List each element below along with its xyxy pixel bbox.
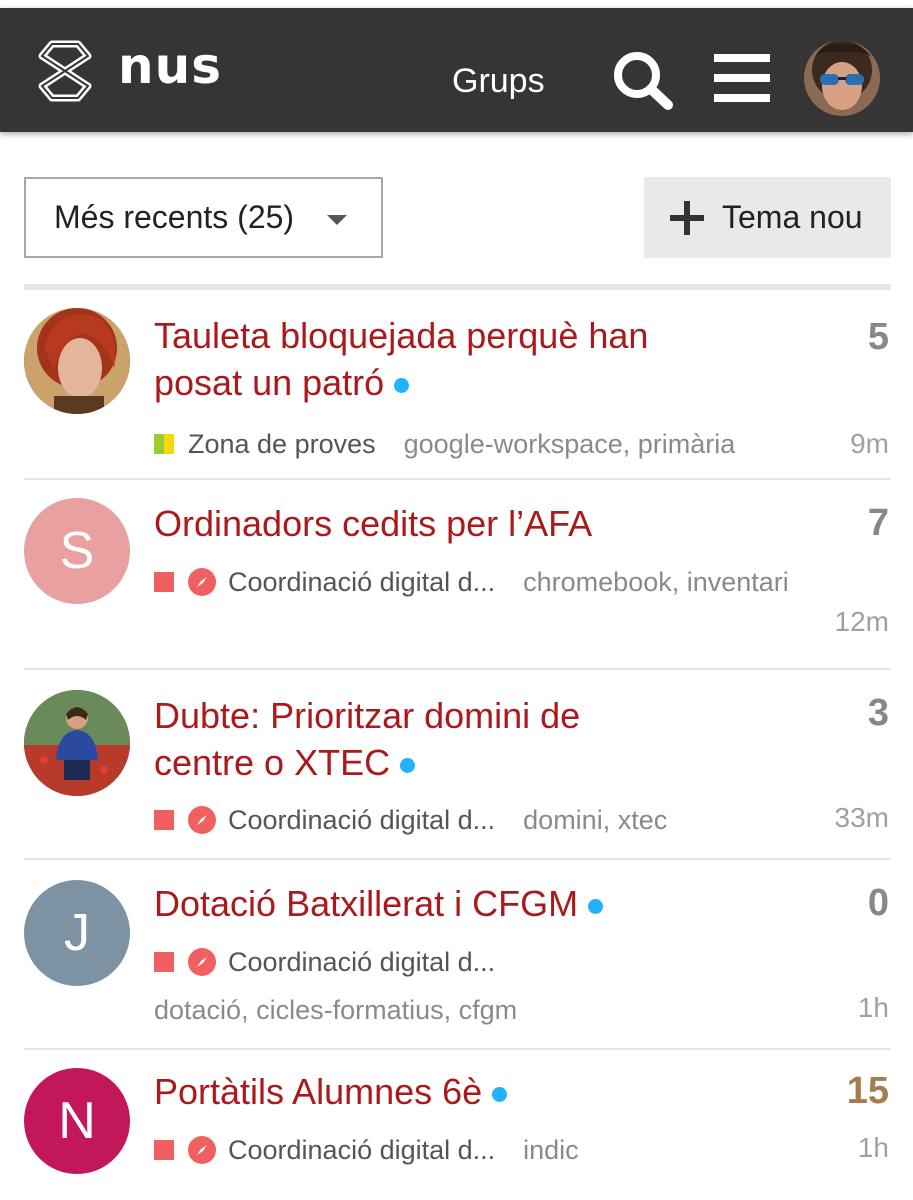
category-badge <box>154 810 174 830</box>
topic-avatar[interactable]: N <box>24 1068 130 1174</box>
topic-title[interactable]: Portàtils Alumnes 6è <box>154 1068 754 1115</box>
avatar-letter: S <box>59 522 95 580</box>
topic-list: Tauleta bloquejada perquè han posat un p… <box>24 284 891 1192</box>
topic-row[interactable]: N Portàtils Alumnes 6è 15 Coordinació di… <box>24 1050 891 1192</box>
topic-avatar[interactable] <box>24 690 130 796</box>
category-name[interactable]: Zona de proves <box>188 429 376 460</box>
unread-indicator <box>492 1086 508 1102</box>
brand-name[interactable]: nus <box>118 36 222 96</box>
topic-title-line1: Tauleta bloquejada perquè han <box>154 315 649 356</box>
topic-title[interactable]: Tauleta bloquejada perquè han posat un p… <box>154 312 754 406</box>
compass-icon <box>188 806 216 834</box>
category-badge <box>154 1140 174 1160</box>
unread-indicator <box>588 898 604 914</box>
new-topic-button[interactable]: Tema nou <box>644 177 891 258</box>
category-badge <box>154 572 174 592</box>
avatar-letter: N <box>58 1092 96 1150</box>
activity-age[interactable]: 33m <box>835 802 889 834</box>
topic-row[interactable]: Tauleta bloquejada perquè han posat un p… <box>24 290 891 480</box>
reply-count[interactable]: 7 <box>868 502 889 545</box>
groups-link[interactable]: Grups <box>452 58 545 104</box>
caret-down-icon <box>327 215 347 225</box>
site-header: nus Grups <box>0 8 913 132</box>
hamburger-icon[interactable] <box>714 52 770 104</box>
activity-age[interactable]: 1h <box>858 992 889 1024</box>
topic-meta: Coordinació digital d... chromebook, inv… <box>154 562 891 602</box>
filter-label: Més recents (25) <box>54 199 295 235</box>
topic-tags[interactable]: chromebook, inventari <box>523 567 789 598</box>
topic-tags[interactable]: dotació, cicles-formatius, cfgm <box>154 995 517 1026</box>
compass-icon <box>188 568 216 596</box>
topic-meta: Coordinació digital d... domini, xtec <box>154 800 891 840</box>
topic-title-line1: Dotació Batxillerat i CFGM <box>154 883 579 924</box>
new-topic-label: Tema nou <box>722 199 863 235</box>
unread-indicator <box>394 377 410 393</box>
category-name[interactable]: Coordinació digital d... <box>228 1135 495 1166</box>
reply-count[interactable]: 5 <box>868 316 889 359</box>
plus-icon <box>670 200 704 235</box>
topic-meta: Coordinació digital d... <box>154 942 891 982</box>
topic-row[interactable]: J Dotació Batxillerat i CFGM 0 Coordinac… <box>24 860 891 1050</box>
topic-avatar[interactable] <box>24 308 130 414</box>
topic-controls: Més recents (25) Tema nou <box>24 177 891 258</box>
filter-dropdown[interactable]: Més recents (25) <box>24 177 383 258</box>
topic-tags[interactable]: indic <box>523 1135 579 1166</box>
activity-age[interactable]: 1h <box>858 1132 889 1164</box>
reply-count[interactable]: 15 <box>847 1070 889 1113</box>
topic-title-line1: Ordinadors cedits per l’AFA <box>154 503 593 544</box>
search-icon[interactable] <box>610 48 676 112</box>
activity-age[interactable]: 9m <box>850 428 889 460</box>
compass-icon <box>188 948 216 976</box>
topic-title-line1: Dubte: Prioritzar domini de <box>154 695 581 736</box>
topic-meta: Coordinació digital d... indic <box>154 1130 891 1170</box>
activity-age[interactable]: 12m <box>835 606 889 638</box>
topic-title[interactable]: Dubte: Prioritzar domini de centre o XTE… <box>154 692 754 786</box>
category-badge <box>154 952 174 972</box>
compass-icon <box>188 1136 216 1164</box>
topic-meta: Zona de proves google-workspace, primàri… <box>154 424 891 464</box>
reply-count[interactable]: 3 <box>868 692 889 735</box>
topic-tags[interactable]: domini, xtec <box>523 805 667 836</box>
unread-indicator <box>400 757 416 773</box>
topic-title[interactable]: Ordinadors cedits per l’AFA <box>154 500 754 547</box>
topic-tags[interactable]: google-workspace, primària <box>404 429 736 460</box>
category-name[interactable]: Coordinació digital d... <box>228 805 495 836</box>
topic-title-line2: posat un patró <box>154 362 385 403</box>
user-avatar[interactable] <box>804 40 880 116</box>
category-name[interactable]: Coordinació digital d... <box>228 947 495 978</box>
topic-avatar[interactable]: J <box>24 880 130 986</box>
topic-title-line2: centre o XTEC <box>154 742 391 783</box>
category-name[interactable]: Coordinació digital d... <box>228 567 495 598</box>
topic-avatar[interactable]: S <box>24 498 130 604</box>
avatar-letter: J <box>64 904 90 962</box>
topic-title[interactable]: Dotació Batxillerat i CFGM <box>154 880 754 927</box>
topic-row[interactable]: Dubte: Prioritzar domini de centre o XTE… <box>24 670 891 860</box>
category-badge <box>154 434 174 454</box>
topic-row[interactable]: S Ordinadors cedits per l’AFA 7 Coordina… <box>24 480 891 670</box>
reply-count[interactable]: 0 <box>868 882 889 925</box>
topic-title-line1: Portàtils Alumnes 6è <box>154 1071 483 1112</box>
topic-meta-tags: dotació, cicles-formatius, cfgm <box>154 990 891 1030</box>
nus-logo-icon[interactable] <box>36 38 94 104</box>
